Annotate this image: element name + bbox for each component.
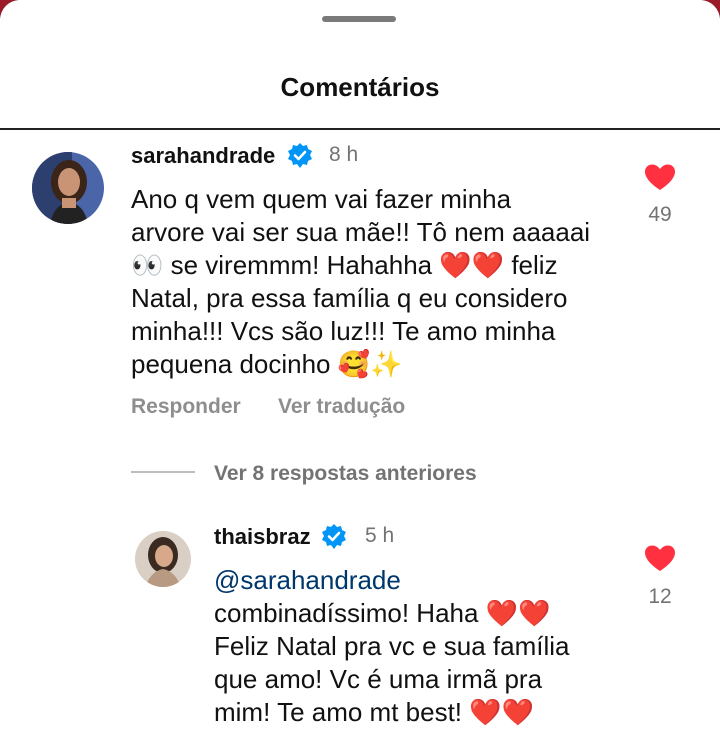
reply-text: @sarahandrade combinadíssimo! Haha ❤️❤️ … [214, 564, 634, 729]
comment-time: 8 h [329, 143, 359, 166]
verified-badge-icon [286, 142, 314, 175]
reply-avatar[interactable] [135, 531, 191, 587]
sheet-drag-handle[interactable] [322, 16, 396, 22]
comment-line: minha!!! Vcs são luz!!! Te amo minha [131, 316, 556, 346]
like-heart-icon[interactable] [644, 163, 676, 196]
thread-line [131, 471, 195, 473]
comment-line: arvore vai ser sua mãe!! Tô nem aaaaai [131, 217, 591, 247]
reply-like-count: 12 [648, 585, 672, 608]
avatar[interactable] [32, 152, 104, 224]
reply-username[interactable]: thaisbraz [214, 524, 311, 550]
reply-line: mim! Te amo mt best! ❤️❤️ [214, 697, 534, 727]
reply-line: combinadíssimo! Haha ❤️❤️ [214, 598, 551, 628]
comments-sheet: Comentários sarahandrade 8 h Ano q vem q… [0, 0, 720, 734]
reply-line: que amo! Vc é uma irmã pra [214, 664, 543, 694]
comment-line: 👀 se viremmm! Hahahha ❤️❤️ feliz [131, 250, 558, 280]
reply-line: Feliz Natal pra vc e sua família [214, 631, 570, 661]
comment-line: Natal, pra essa família q eu considero [131, 283, 568, 313]
reply-button[interactable]: Responder [131, 395, 241, 419]
comment-text: Ano q vem quem vai fazer minha arvore va… [131, 183, 631, 381]
reply-like-heart-icon[interactable] [644, 544, 676, 577]
comment-line: Ano q vem quem vai fazer minha [131, 184, 512, 214]
sheet-title: Comentários [280, 72, 440, 102]
like-count: 49 [648, 203, 672, 226]
verified-badge-icon [320, 523, 348, 556]
reply-time: 5 h [365, 524, 395, 547]
mention-link[interactable]: @sarahandrade [214, 564, 634, 597]
comment-line: pequena docinho 🥰✨ [131, 349, 403, 379]
header-divider [0, 128, 720, 130]
comment-username[interactable]: sarahandrade [131, 143, 275, 169]
see-translation-button[interactable]: Ver tradução [278, 395, 405, 419]
view-previous-replies-button[interactable]: Ver 8 respostas anteriores [214, 462, 477, 486]
